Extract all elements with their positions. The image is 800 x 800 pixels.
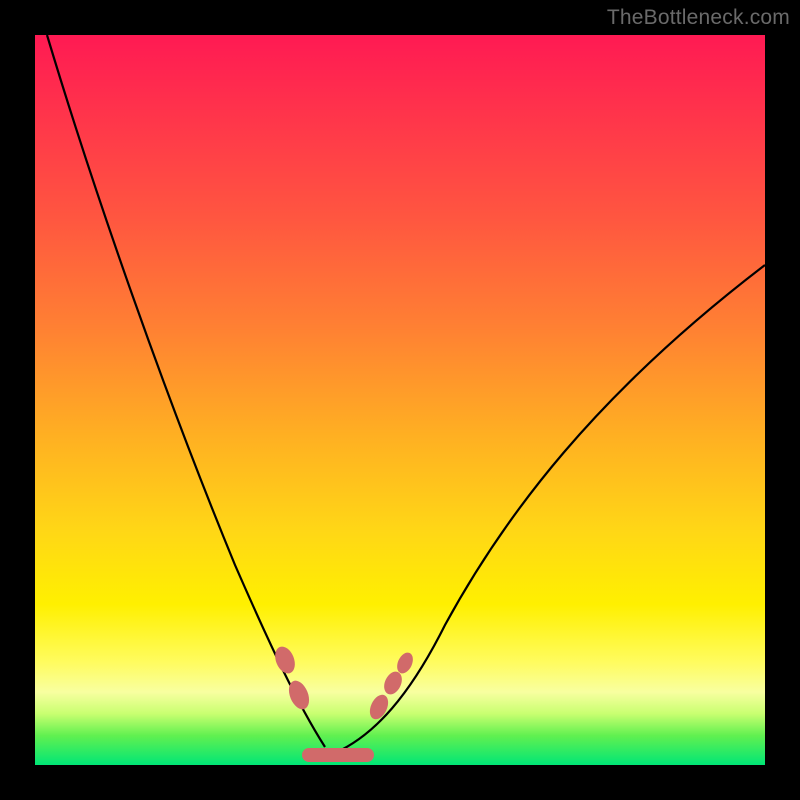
watermark-text: TheBottleneck.com xyxy=(607,6,790,30)
curve-left-branch xyxy=(47,35,325,747)
marker-right-1 xyxy=(366,692,391,722)
plot-area xyxy=(35,35,765,765)
marker-left-1 xyxy=(271,644,298,677)
chart-frame: TheBottleneck.com xyxy=(0,0,800,800)
curves-svg xyxy=(35,35,765,765)
